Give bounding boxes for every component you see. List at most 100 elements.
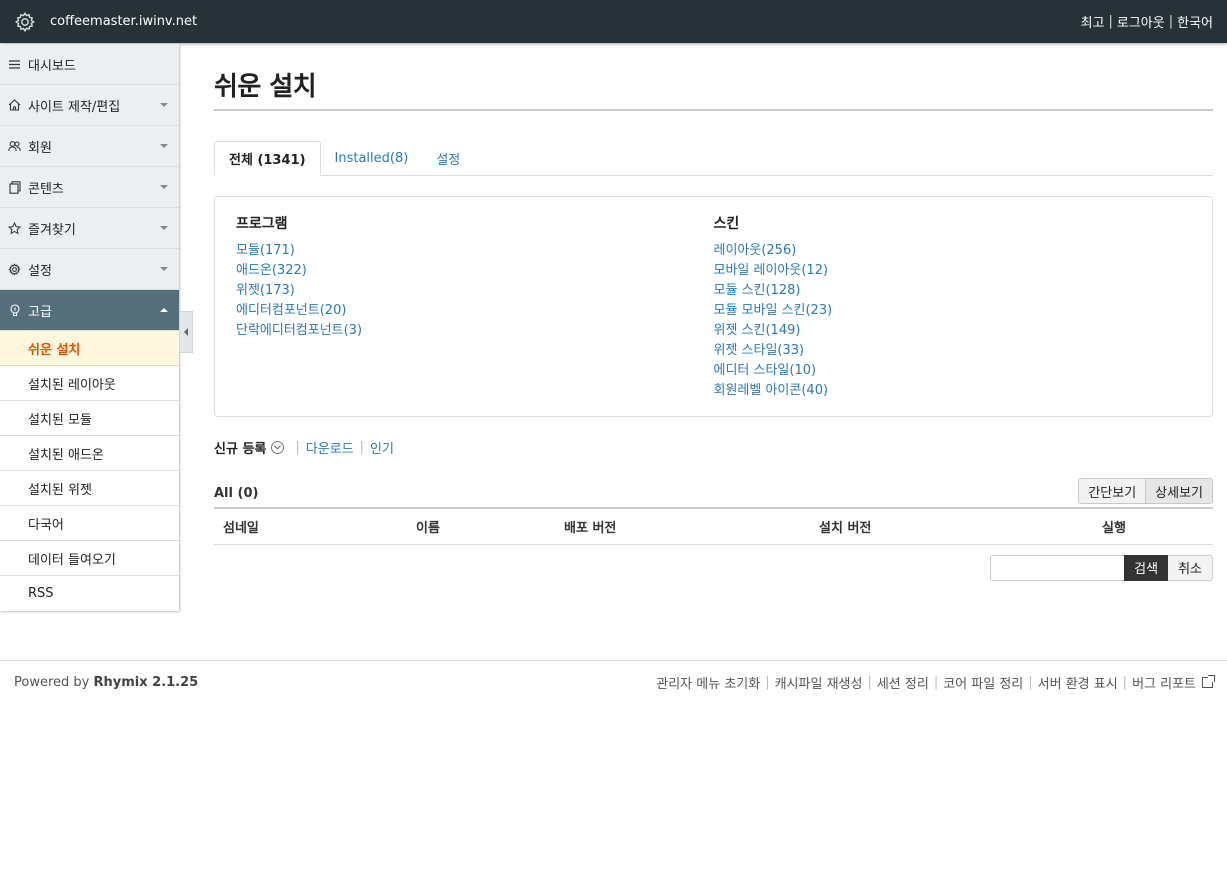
sidebar-item-members[interactable]: 회원 (0, 126, 179, 167)
main-content: 쉬운 설치 전체 (1341) Installed(8) 설정 프로그램 모듈(… (214, 44, 1213, 581)
program-heading: 프로그램 (236, 216, 288, 232)
category-link-editor-component[interactable]: 에디터컴포넌트(20) (236, 301, 714, 321)
separator: | (359, 439, 364, 455)
submenu-installed-layouts[interactable]: 설치된 레이아웃 (0, 366, 179, 401)
category-link-widget-skin[interactable]: 위젯 스킨(149) (714, 321, 1192, 341)
category-link-editor-style[interactable]: 에디터 스타일(10) (714, 361, 1192, 381)
site-name-link[interactable]: coffeemaster.iwinv.net (50, 14, 197, 29)
category-link-widget-style[interactable]: 위젯 스타일(33) (714, 341, 1192, 361)
separator: | (295, 439, 300, 455)
submenu-multilingual[interactable]: 다국어 (0, 506, 179, 541)
menu-icon (8, 58, 21, 71)
footer: Powered by Rhymix 2.1.25 관리자 메뉴 초기화 | 캐시… (0, 660, 1227, 704)
sort-current[interactable]: 신규 등록 (214, 438, 266, 457)
category-box: 프로그램 모듈(171) 애드온(322) 위젯(173) 에디터컴포넌트(20… (214, 196, 1213, 417)
search-button[interactable]: 검색 (1124, 554, 1169, 581)
sidebar-item-dashboard[interactable]: 대시보드 (0, 44, 179, 85)
package-table: 섬네일 이름 배포 버전 설치 버전 실행 (214, 507, 1213, 545)
submenu-installed-addons[interactable]: 설치된 애드온 (0, 436, 179, 471)
column-release-version: 배포 버전 (555, 508, 810, 545)
separator: | (867, 675, 872, 690)
star-icon (8, 221, 21, 235)
submenu-installed-modules[interactable]: 설치된 모듈 (0, 401, 179, 436)
column-name: 이름 (407, 508, 555, 545)
category-link-module-mobile-skin[interactable]: 모듈 모바일 스킨(23) (714, 301, 1192, 321)
category-link-widget[interactable]: 위젯(173) (236, 281, 714, 301)
logout-link[interactable]: 로그아웃 (1117, 12, 1165, 31)
chevron-up-icon (160, 308, 168, 312)
cancel-button[interactable]: 취소 (1168, 554, 1213, 581)
favorite-link[interactable]: 최고 (1081, 12, 1105, 31)
cleanup-core-files-link[interactable]: 코어 파일 정리 (943, 673, 1023, 692)
brand: coffeemaster.iwinv.net (0, 11, 197, 33)
gear-icon[interactable] (14, 11, 36, 33)
chevron-down-icon (160, 226, 168, 230)
detail-view-button[interactable]: 상세보기 (1146, 478, 1213, 504)
bug-report-link[interactable]: 버그 리포트 (1132, 673, 1196, 692)
submenu-data-import[interactable]: 데이터 들여오기 (0, 541, 179, 576)
sidebar-item-label: 고급 (28, 304, 52, 320)
external-link-icon (1202, 675, 1215, 688)
language-link[interactable]: 한국어 (1177, 12, 1213, 31)
program-category: 프로그램 모듈(171) 애드온(322) 위젯(173) 에디터컴포넌트(20… (236, 213, 714, 400)
sidebar-item-label: 콘텐츠 (28, 181, 64, 197)
clear-sessions-link[interactable]: 세션 정리 (877, 673, 929, 692)
chevron-down-icon (160, 267, 168, 271)
tab-all[interactable]: 전체 (1341) (214, 141, 321, 176)
sort-popular-link[interactable]: 인기 (370, 438, 394, 457)
separator: | (1028, 675, 1033, 690)
category-link-layout[interactable]: 레이아웃(256) (714, 241, 1192, 261)
sidebar: 대시보드 사이트 제작/편집 회원 콘텐츠 즐겨찾기 설정 고급 쉬운 설치 설… (0, 44, 179, 611)
lightbulb-icon (8, 303, 21, 317)
list-count: All (0) (214, 486, 259, 501)
page-title: 쉬운 설치 (214, 44, 1213, 111)
skin-heading: 스킨 (713, 216, 740, 232)
gear-icon (8, 262, 21, 276)
sidebar-item-label: 회원 (28, 140, 52, 156)
separator: | (933, 675, 939, 690)
chevron-left-icon (184, 328, 188, 336)
sidebar-item-contents[interactable]: 콘텐츠 (0, 167, 179, 208)
sidebar-item-settings[interactable]: 설정 (0, 249, 179, 290)
submenu-rss[interactable]: RSS (0, 576, 179, 611)
simple-view-button[interactable]: 간단보기 (1078, 478, 1147, 504)
category-link-member-level-icon[interactable]: 회원레벨 아이콘(40) (714, 381, 1192, 401)
sort-download-link[interactable]: 다운로드 (306, 438, 354, 457)
tab-installed[interactable]: Installed(8) (321, 141, 423, 176)
table-header-row: 섬네일 이름 배포 버전 설치 버전 실행 (214, 508, 1213, 545)
sidebar-item-label: 즐겨찾기 (28, 222, 76, 238)
category-link-addon[interactable]: 애드온(322) (236, 261, 714, 281)
sidebar-item-site-design[interactable]: 사이트 제작/편집 (0, 85, 179, 126)
powered-by: Powered by Rhymix 2.1.25 (14, 675, 198, 690)
header-links: 최고 | 로그아웃 | 한국어 (1081, 12, 1227, 31)
reset-admin-menu-link[interactable]: 관리자 메뉴 초기화 (656, 673, 760, 692)
category-link-paragraph-editor-component[interactable]: 단락에디터컴포넌트(3) (236, 321, 714, 341)
sidebar-item-label: 설정 (28, 263, 52, 279)
chevron-down-circle-icon[interactable] (271, 440, 285, 454)
sidebar-item-advanced[interactable]: 고급 (0, 290, 179, 331)
home-icon (8, 99, 21, 112)
column-thumbnail: 섬네일 (214, 508, 407, 545)
top-bar: coffeemaster.iwinv.net 최고 | 로그아웃 | 한국어 (0, 0, 1227, 43)
column-action: 실행 (1093, 508, 1213, 545)
sidebar-collapse-button[interactable] (180, 311, 193, 353)
skin-category: 스킨 레이아웃(256) 모바일 레이아웃(12) 모듈 스킨(128) 모듈 … (714, 213, 1192, 400)
category-link-mobile-layout[interactable]: 모바일 레이아웃(12) (714, 261, 1192, 281)
tab-settings[interactable]: 설정 (422, 141, 474, 176)
sidebar-item-favorites[interactable]: 즐겨찾기 (0, 208, 179, 249)
category-link-module-skin[interactable]: 모듈 스킨(128) (714, 281, 1192, 301)
submenu-installed-widgets[interactable]: 설치된 위젯 (0, 471, 179, 506)
documents-icon (8, 180, 21, 194)
regenerate-cache-link[interactable]: 캐시파일 재생성 (775, 673, 863, 692)
users-icon (8, 140, 21, 153)
chevron-down-icon (160, 185, 168, 189)
search-input[interactable] (990, 554, 1125, 581)
separator: | (1168, 14, 1174, 29)
category-link-module[interactable]: 모듈(171) (236, 241, 714, 261)
view-toggle: 간단보기 상세보기 (1078, 478, 1213, 504)
powered-prefix: Powered by (14, 675, 90, 690)
separator: | (1108, 14, 1113, 29)
submenu-easy-install[interactable]: 쉬운 설치 (0, 331, 179, 366)
rhymix-version-link[interactable]: Rhymix 2.1.25 (94, 675, 199, 690)
server-env-link[interactable]: 서버 환경 표시 (1038, 673, 1118, 692)
